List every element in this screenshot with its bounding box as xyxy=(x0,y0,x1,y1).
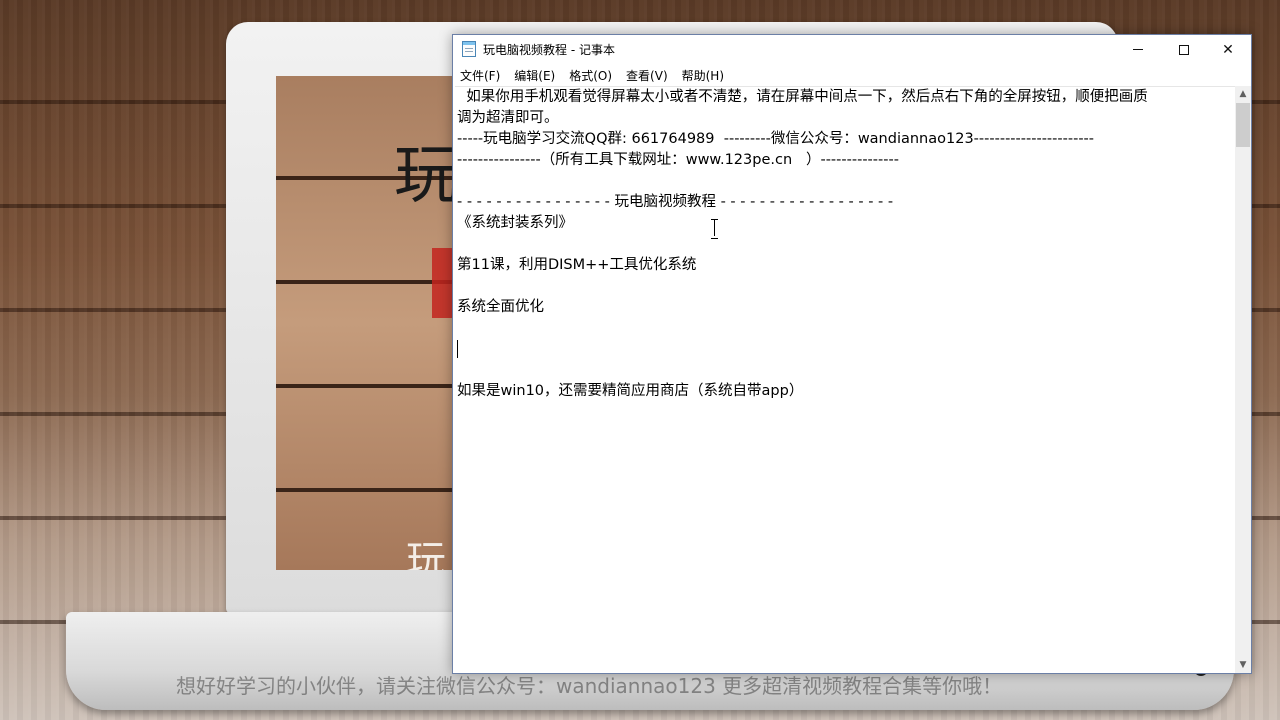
screen-white-glyph: 玩 xyxy=(406,538,446,570)
vertical-scrollbar[interactable]: ▲ ▼ xyxy=(1235,86,1251,673)
menu-bar: 文件(F) 编辑(E) 格式(O) 查看(V) 帮助(H) xyxy=(453,64,1251,86)
notepad-icon xyxy=(462,41,476,57)
editor-line-13-caret xyxy=(457,339,1235,360)
watermark-caption: 想好好学习的小伙伴，请关注微信公众号：wandiannao123 更多超清视频教… xyxy=(176,674,1003,698)
menu-edit[interactable]: 编辑(E) xyxy=(507,67,562,84)
editor-line-1: 如果你用手机观看觉得屏幕太小或者不清楚，请在屏幕中间点一下，然后点右下角的全屏按… xyxy=(457,89,1148,105)
editor-line-5 xyxy=(457,171,1235,192)
close-button[interactable]: ✕ xyxy=(1205,35,1251,64)
scroll-thumb[interactable] xyxy=(1236,103,1250,147)
menu-help[interactable]: 帮助(H) xyxy=(675,67,731,84)
editor-line-10 xyxy=(457,276,1235,297)
text-editor[interactable]: 如果你用手机观看觉得屏幕太小或者不清楚，请在屏幕中间点一下，然后点右下角的全屏按… xyxy=(455,86,1235,673)
editor-line-12 xyxy=(457,318,1235,339)
minimize-icon xyxy=(1133,49,1143,50)
editor-line-2: 调为超清即可。 xyxy=(457,110,559,126)
scroll-down-arrow-icon[interactable]: ▼ xyxy=(1235,657,1251,673)
menu-view[interactable]: 查看(V) xyxy=(619,67,675,84)
minimize-button[interactable] xyxy=(1115,35,1161,64)
window-title: 玩电脑视频教程 - 记事本 xyxy=(483,43,615,57)
editor-line-8 xyxy=(457,234,1235,255)
menu-format[interactable]: 格式(O) xyxy=(562,67,619,84)
editor-line-11: 系统全面优化 xyxy=(457,299,544,315)
editor-line-4: ----------------（所有工具下载网址：www.123pe.cn ）… xyxy=(457,152,899,168)
maximize-button[interactable] xyxy=(1161,35,1207,64)
screen-calligraphy-glyph: 玩 xyxy=(394,139,458,213)
editor-line-7: 《系统封装系列》 xyxy=(457,215,573,231)
editor-line-15: 如果是win10，还需要精简应用商店（系统自带app） xyxy=(457,383,804,399)
menu-file[interactable]: 文件(F) xyxy=(453,67,507,84)
editor-line-14 xyxy=(457,360,1235,381)
editor-line-6: - - - - - - - - - - - - - - - - 玩电脑视频教程 … xyxy=(457,194,894,210)
notepad-window[interactable]: 玩电脑视频教程 - 记事本 ✕ 文件(F) 编辑(E) 格式(O) 查看(V) … xyxy=(452,34,1252,674)
ibeam-cursor-icon xyxy=(711,219,718,239)
maximize-icon xyxy=(1179,44,1189,55)
text-caret xyxy=(457,340,458,358)
close-icon: ✕ xyxy=(1222,41,1234,58)
editor-line-3: -----玩电脑学习交流QQ群: 661764989 ---------微信公众… xyxy=(457,131,1095,147)
title-bar[interactable]: 玩电脑视频教程 - 记事本 ✕ xyxy=(453,35,1251,64)
editor-line-9: 第11课，利用DISM++工具优化系统 xyxy=(457,257,697,273)
scroll-up-arrow-icon[interactable]: ▲ xyxy=(1235,86,1251,102)
